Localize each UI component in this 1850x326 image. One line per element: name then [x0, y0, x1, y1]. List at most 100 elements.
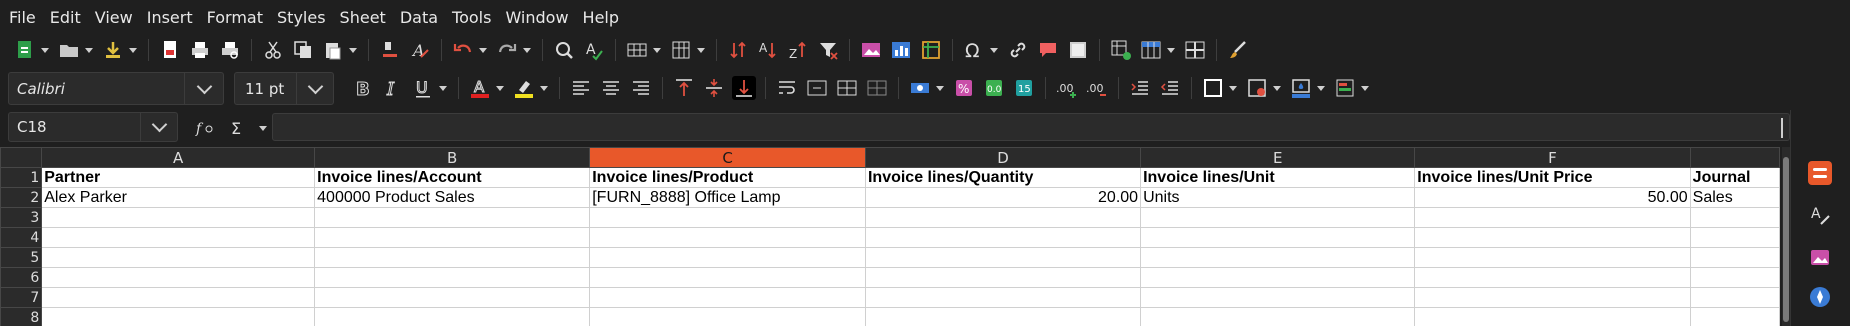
font-size-dropdown[interactable] [296, 73, 333, 104]
currency-dropdown[interactable] [935, 76, 945, 100]
gallery-icon[interactable] [1805, 242, 1835, 272]
special-character-dropdown[interactable] [989, 38, 999, 62]
currency-format-icon[interactable] [908, 76, 932, 100]
cell[interactable] [1414, 287, 1691, 308]
highlighting-color-icon[interactable] [512, 76, 536, 100]
menu-view[interactable]: View [95, 8, 142, 27]
underline-dropdown[interactable] [438, 76, 448, 100]
row-header[interactable]: 4 [0, 227, 43, 248]
row-header[interactable]: 7 [0, 287, 43, 308]
cell[interactable] [314, 287, 591, 308]
row-header[interactable]: 2 [0, 187, 43, 208]
cell[interactable] [1140, 227, 1416, 248]
insert-pivot-table-icon[interactable] [919, 38, 943, 62]
export-pdf-icon[interactable] [158, 38, 182, 62]
cell-b2[interactable]: 400000 Product Sales [314, 187, 591, 208]
cell[interactable] [41, 247, 316, 268]
formula-input[interactable] [272, 113, 1790, 141]
border-style-icon[interactable] [1245, 76, 1269, 100]
center-vertically-icon[interactable] [702, 76, 726, 100]
cell-g2[interactable]: Sales [1689, 187, 1780, 208]
cell-f2[interactable]: 50.00 [1414, 187, 1691, 208]
cell[interactable] [41, 207, 316, 228]
freeze-rows-icon[interactable] [1139, 38, 1163, 62]
copy-icon[interactable] [291, 38, 315, 62]
sum-icon[interactable]: Σ [227, 116, 251, 140]
cell[interactable] [1414, 267, 1691, 288]
draw-functions-icon[interactable] [1226, 38, 1250, 62]
cell[interactable] [589, 307, 866, 326]
sum-dropdown[interactable] [258, 116, 268, 140]
border-style-dropdown[interactable] [1272, 76, 1282, 100]
font-name-dropdown[interactable] [184, 73, 223, 104]
font-size-box[interactable]: 11 pt [234, 72, 334, 105]
cell[interactable] [41, 287, 316, 308]
cell[interactable] [1414, 227, 1691, 248]
menu-insert[interactable]: Insert [147, 8, 202, 27]
name-box[interactable]: C18 [8, 112, 178, 142]
cell-d2[interactable]: 20.00 [864, 187, 1142, 208]
column-header-a[interactable]: A [41, 147, 316, 168]
add-decimal-icon[interactable]: .00 [1055, 76, 1079, 100]
headers-footers-icon[interactable] [1066, 38, 1090, 62]
column-header-e[interactable]: E [1140, 147, 1416, 168]
freeze-dropdown[interactable] [1166, 38, 1176, 62]
delete-decimal-icon[interactable]: .00 [1085, 76, 1109, 100]
styles-icon[interactable]: A [1805, 200, 1835, 230]
cell[interactable] [41, 267, 316, 288]
cell[interactable] [1414, 207, 1691, 228]
print-preview-icon[interactable] [218, 38, 242, 62]
menu-file[interactable]: File [9, 8, 45, 27]
cell[interactable] [41, 307, 316, 326]
row-header[interactable]: 3 [0, 207, 43, 228]
insert-chart-icon[interactable] [889, 38, 913, 62]
scrollbar-thumb[interactable] [1783, 157, 1789, 322]
cell[interactable] [589, 287, 866, 308]
paste-dropdown[interactable] [348, 38, 358, 62]
decrease-indent-icon[interactable] [1158, 76, 1182, 100]
percent-format-icon[interactable]: % [952, 76, 976, 100]
cell[interactable] [1689, 267, 1780, 288]
cell[interactable] [1140, 267, 1416, 288]
special-character-icon[interactable]: Ω [962, 38, 986, 62]
font-color-icon[interactable]: A [468, 76, 492, 100]
cell[interactable] [1689, 227, 1780, 248]
column-dropdown[interactable] [696, 38, 706, 62]
spelling-icon[interactable]: A [582, 38, 606, 62]
navigator-icon[interactable] [1805, 282, 1835, 312]
background-color-dropdown[interactable] [1316, 76, 1326, 100]
new-dropdown[interactable] [40, 38, 50, 62]
cell[interactable] [314, 227, 591, 248]
vertical-scrollbar[interactable] [1782, 147, 1790, 326]
column-header-d[interactable]: D [864, 147, 1142, 168]
font-name-box[interactable]: Calibri [8, 72, 224, 105]
save-icon[interactable] [101, 38, 125, 62]
row-header[interactable]: 8 [0, 307, 43, 326]
cell[interactable] [314, 247, 591, 268]
name-box-dropdown[interactable] [140, 113, 177, 141]
autofilter-icon[interactable] [816, 38, 840, 62]
column-header-b[interactable]: B [314, 147, 591, 168]
row-icon[interactable] [625, 38, 649, 62]
cell[interactable] [314, 307, 591, 326]
row-header[interactable]: 1 [0, 167, 43, 188]
select-all-corner[interactable] [0, 147, 43, 168]
align-center-icon[interactable] [599, 76, 623, 100]
cell[interactable] [864, 267, 1142, 288]
open-dropdown[interactable] [84, 38, 94, 62]
cell[interactable] [1414, 247, 1691, 268]
cell[interactable] [589, 207, 866, 228]
row-header[interactable]: 5 [0, 247, 43, 268]
spreadsheet-grid[interactable]: A B C D E F 1 Partner Invoice lines/Acco… [0, 147, 1780, 326]
cell[interactable] [1140, 247, 1416, 268]
redo-dropdown[interactable] [522, 38, 532, 62]
undo-dropdown[interactable] [478, 38, 488, 62]
row-dropdown[interactable] [652, 38, 662, 62]
cell-g1[interactable]: Journal [1689, 167, 1780, 188]
paste-icon[interactable] [321, 38, 345, 62]
cell[interactable] [589, 227, 866, 248]
expand-formula-button[interactable] [1781, 118, 1783, 138]
conditional-format-icon[interactable] [1333, 76, 1357, 100]
save-dropdown[interactable] [128, 38, 138, 62]
merge-cells-icon[interactable] [805, 76, 829, 100]
